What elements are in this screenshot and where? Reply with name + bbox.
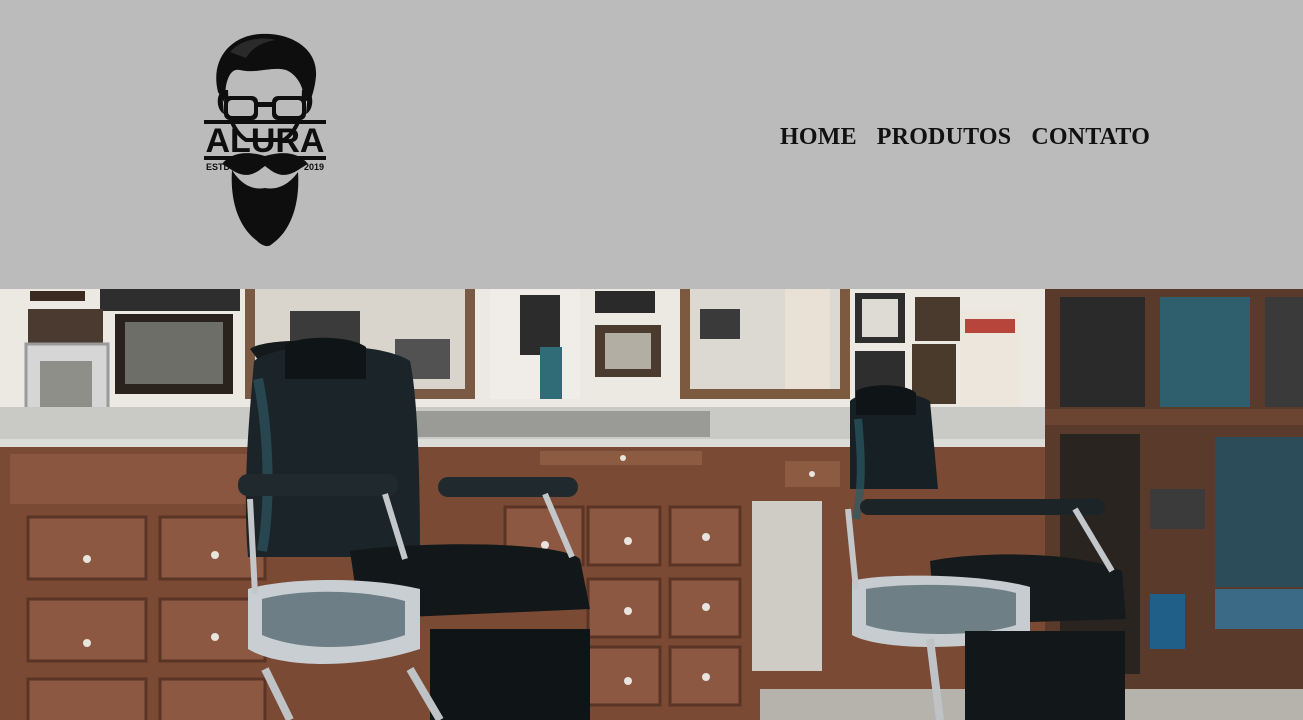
nav-home-link[interactable]: HOME xyxy=(770,122,867,152)
site-header: ALURA ESTD 2019 HOME PRODUTOS CONTATO xyxy=(0,0,1303,289)
main-nav: HOME PRODUTOS CONTATO xyxy=(770,122,1160,152)
logo-text: ALURA xyxy=(206,122,325,160)
alura-logo[interactable]: ALURA ESTD 2019 xyxy=(200,30,330,252)
hero-banner xyxy=(0,289,1303,720)
nav-contato-link[interactable]: CONTATO xyxy=(1021,122,1160,152)
bearded-man-icon: ALURA ESTD 2019 xyxy=(204,33,326,247)
nav-produtos-link[interactable]: PRODUTOS xyxy=(867,122,1022,152)
barbershop-photo xyxy=(0,289,1303,720)
